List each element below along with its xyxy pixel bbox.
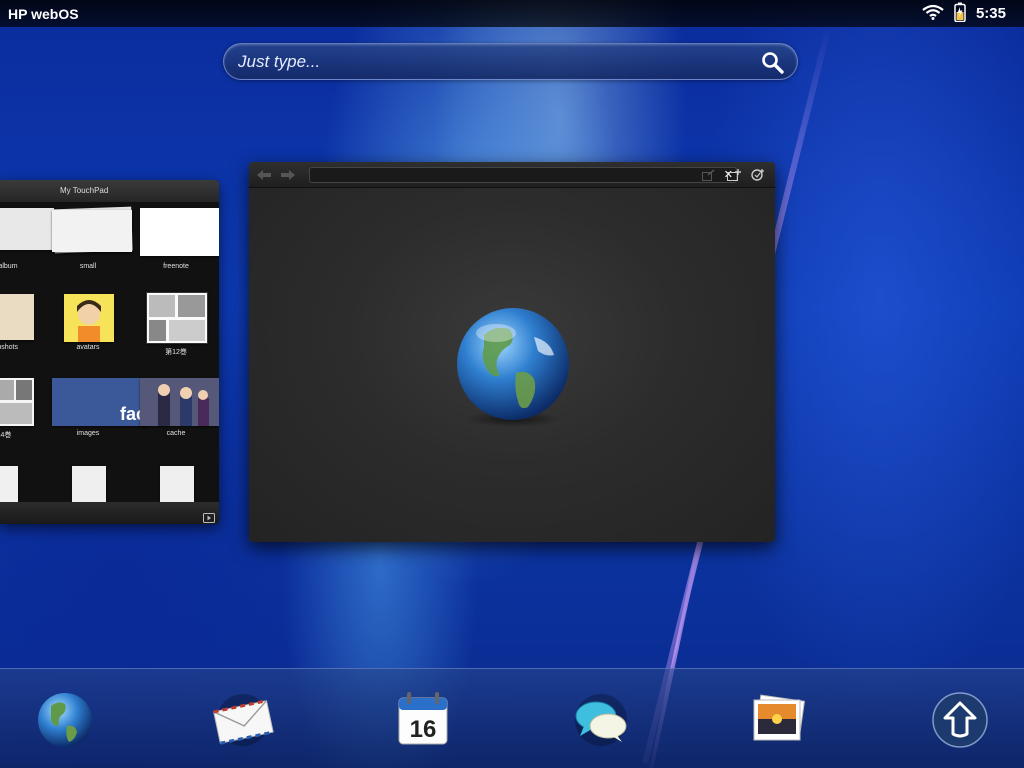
manga-thumbnail <box>149 295 205 341</box>
browser-dock-icon[interactable] <box>35 690 95 750</box>
forward-arrow-icon[interactable] <box>281 168 295 182</box>
dock: 16 <box>0 668 1024 768</box>
email-dock-icon[interactable] <box>212 690 274 750</box>
url-field[interactable]: ✕ <box>309 167 737 183</box>
battery-icon[interactable] <box>954 2 966 26</box>
new-card-icon[interactable] <box>727 168 741 182</box>
clock[interactable]: 5:35 <box>976 5 1006 22</box>
messaging-dock-icon[interactable] <box>570 690 630 750</box>
launcher-dock-icon[interactable] <box>930 690 990 750</box>
anime-thumbnail <box>140 378 219 426</box>
chat-bubbles-icon <box>575 694 627 746</box>
folder-grid: album small freenote snapshots avatars <box>0 202 219 504</box>
globe-icon <box>38 693 92 747</box>
folder-label: snapshots <box>0 344 18 351</box>
launcher-arrow-icon <box>932 692 988 748</box>
search-input[interactable] <box>238 51 738 72</box>
folder-label: freenote <box>163 263 189 270</box>
back-arrow-icon[interactable] <box>257 168 271 182</box>
manga-thumbnail <box>0 380 32 424</box>
photos-icon <box>753 694 805 741</box>
url-input[interactable] <box>310 168 710 182</box>
folder-label: 14巻 <box>0 432 12 439</box>
status-bar: HP webOS 5:35 <box>0 0 1024 27</box>
card-title: My TouchPad <box>0 180 219 202</box>
photos-dock-icon[interactable] <box>748 690 808 750</box>
file-manager-card[interactable]: My TouchPad album small freenote snapsho… <box>0 180 219 524</box>
play-icon[interactable] <box>203 508 215 524</box>
facebook-thumbnail: fac <box>52 378 148 426</box>
folder-label: images <box>76 430 100 437</box>
calendar-icon: 16 <box>398 692 448 745</box>
search-icon[interactable] <box>761 51 785 79</box>
browser-toolbar: ✕ <box>249 162 775 188</box>
bookmark-icon[interactable] <box>751 168 765 182</box>
envelope-icon <box>213 694 274 746</box>
calendar-dock-icon[interactable]: 16 <box>393 690 453 750</box>
avatar-thumbnail <box>77 300 101 342</box>
wifi-icon[interactable] <box>922 4 944 24</box>
calendar-day: 16 <box>410 716 437 743</box>
folder-label: album <box>0 263 18 270</box>
just-type-search-bar[interactable] <box>223 43 798 80</box>
browser-card[interactable]: ✕ <box>249 162 775 542</box>
folder-label: small <box>79 263 97 270</box>
folder-label: cache <box>166 430 186 437</box>
folder-label: 第12巻 <box>165 349 187 356</box>
card-footer <box>0 502 219 524</box>
globe-icon <box>454 307 572 433</box>
folder-label: avatars <box>76 344 100 351</box>
share-icon[interactable] <box>702 168 716 182</box>
app-title[interactable]: HP webOS <box>8 6 79 22</box>
